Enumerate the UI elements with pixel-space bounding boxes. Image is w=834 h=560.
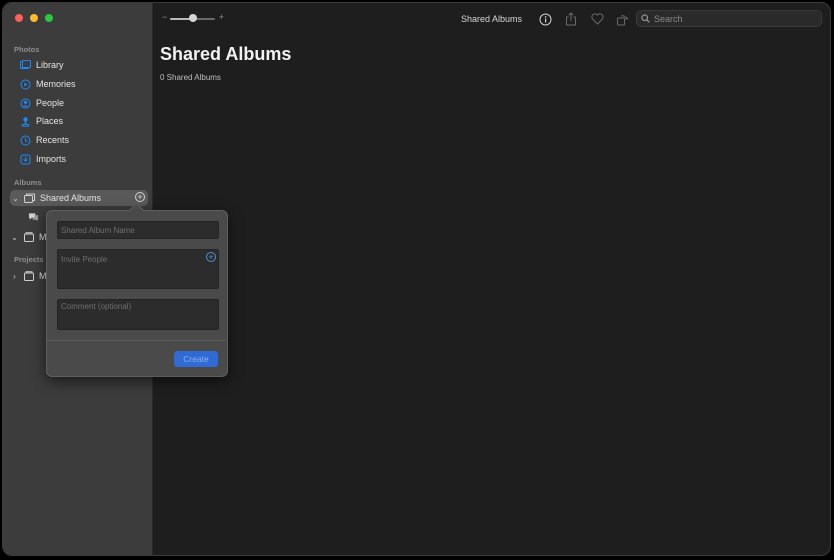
sidebar-item-label: Library bbox=[36, 60, 64, 70]
activity-icon bbox=[28, 212, 39, 223]
places-icon bbox=[20, 116, 31, 127]
page-title: Shared Albums bbox=[160, 44, 292, 64]
sidebar-item-memories[interactable]: Memories bbox=[20, 76, 76, 92]
comment-field[interactable] bbox=[57, 299, 219, 330]
recents-icon bbox=[20, 135, 31, 146]
create-button[interactable]: Create bbox=[174, 351, 218, 367]
rotate-button[interactable] bbox=[612, 9, 632, 29]
rotate-icon bbox=[616, 14, 628, 25]
album-count: 0 Shared Albums bbox=[160, 73, 221, 82]
shared-albums-icon bbox=[24, 193, 35, 204]
new-shared-album-popover: + Create bbox=[46, 210, 228, 377]
invite-people-field[interactable] bbox=[57, 249, 219, 289]
sidebar-item-places[interactable]: Places bbox=[20, 113, 63, 129]
invite-people-container: + bbox=[57, 249, 219, 289]
add-person-icon[interactable]: + bbox=[206, 252, 216, 262]
sidebar-item-my-albums[interactable]: ⌄ My bbox=[11, 229, 51, 245]
info-icon bbox=[539, 13, 551, 25]
search-icon bbox=[641, 14, 650, 23]
folder-icon bbox=[23, 271, 34, 282]
memories-icon bbox=[20, 79, 31, 90]
sidebar-item-label: People bbox=[36, 98, 65, 108]
toolbar-title: Shared Albums bbox=[461, 14, 523, 24]
zoom-slider[interactable]: − + bbox=[162, 12, 224, 24]
folder-icon bbox=[23, 232, 34, 243]
sidebar-item-shared-albums[interactable]: ⌄ Shared Albums + bbox=[10, 190, 148, 206]
imports-icon bbox=[20, 154, 31, 165]
info-button[interactable] bbox=[535, 9, 555, 29]
favorite-button[interactable] bbox=[587, 9, 607, 29]
photos-window: Photos Library Memories People Places Re… bbox=[2, 2, 831, 556]
chevron-right-icon[interactable]: › bbox=[11, 272, 18, 281]
minimize-window-button[interactable] bbox=[30, 14, 38, 22]
heart-icon bbox=[590, 13, 604, 25]
toolbar: − + Shared Albums bbox=[153, 3, 830, 35]
section-label-albums: Albums bbox=[14, 178, 42, 187]
share-icon bbox=[566, 12, 576, 26]
sidebar-item-label: Recents bbox=[36, 135, 70, 145]
sidebar-item-shared-activity[interactable] bbox=[28, 209, 39, 225]
sidebar-item-label: Memories bbox=[36, 79, 76, 89]
sidebar-item-my-projects[interactable]: › My bbox=[11, 268, 51, 284]
sidebar-item-label: Places bbox=[36, 116, 64, 126]
zoom-window-button[interactable] bbox=[45, 14, 53, 22]
search-field[interactable] bbox=[636, 10, 822, 27]
sidebar-item-people[interactable]: People bbox=[20, 95, 64, 111]
popover-divider bbox=[47, 340, 227, 341]
people-icon bbox=[20, 98, 31, 109]
chevron-down-icon[interactable]: ⌄ bbox=[12, 194, 19, 203]
section-label-photos: Photos bbox=[14, 45, 40, 54]
chevron-down-icon[interactable]: ⌄ bbox=[11, 233, 18, 242]
add-shared-album-button[interactable]: + bbox=[135, 192, 145, 202]
sidebar-item-label: Shared Albums bbox=[40, 193, 102, 203]
zoom-out-icon[interactable]: − bbox=[162, 12, 167, 22]
sidebar-item-label: Imports bbox=[36, 154, 67, 164]
library-icon bbox=[20, 60, 31, 71]
section-label-projects: Projects bbox=[14, 255, 44, 264]
zoom-knob[interactable] bbox=[189, 14, 197, 22]
zoom-in-icon[interactable]: + bbox=[219, 12, 224, 22]
sidebar-item-recents[interactable]: Recents bbox=[20, 132, 69, 148]
sidebar-item-library[interactable]: Library bbox=[20, 57, 64, 73]
shared-album-name-field[interactable] bbox=[57, 221, 219, 239]
share-button[interactable] bbox=[561, 9, 581, 29]
sidebar-item-imports[interactable]: Imports bbox=[20, 151, 66, 167]
search-input[interactable] bbox=[654, 13, 814, 24]
window-controls bbox=[15, 14, 53, 22]
close-window-button[interactable] bbox=[15, 14, 23, 22]
